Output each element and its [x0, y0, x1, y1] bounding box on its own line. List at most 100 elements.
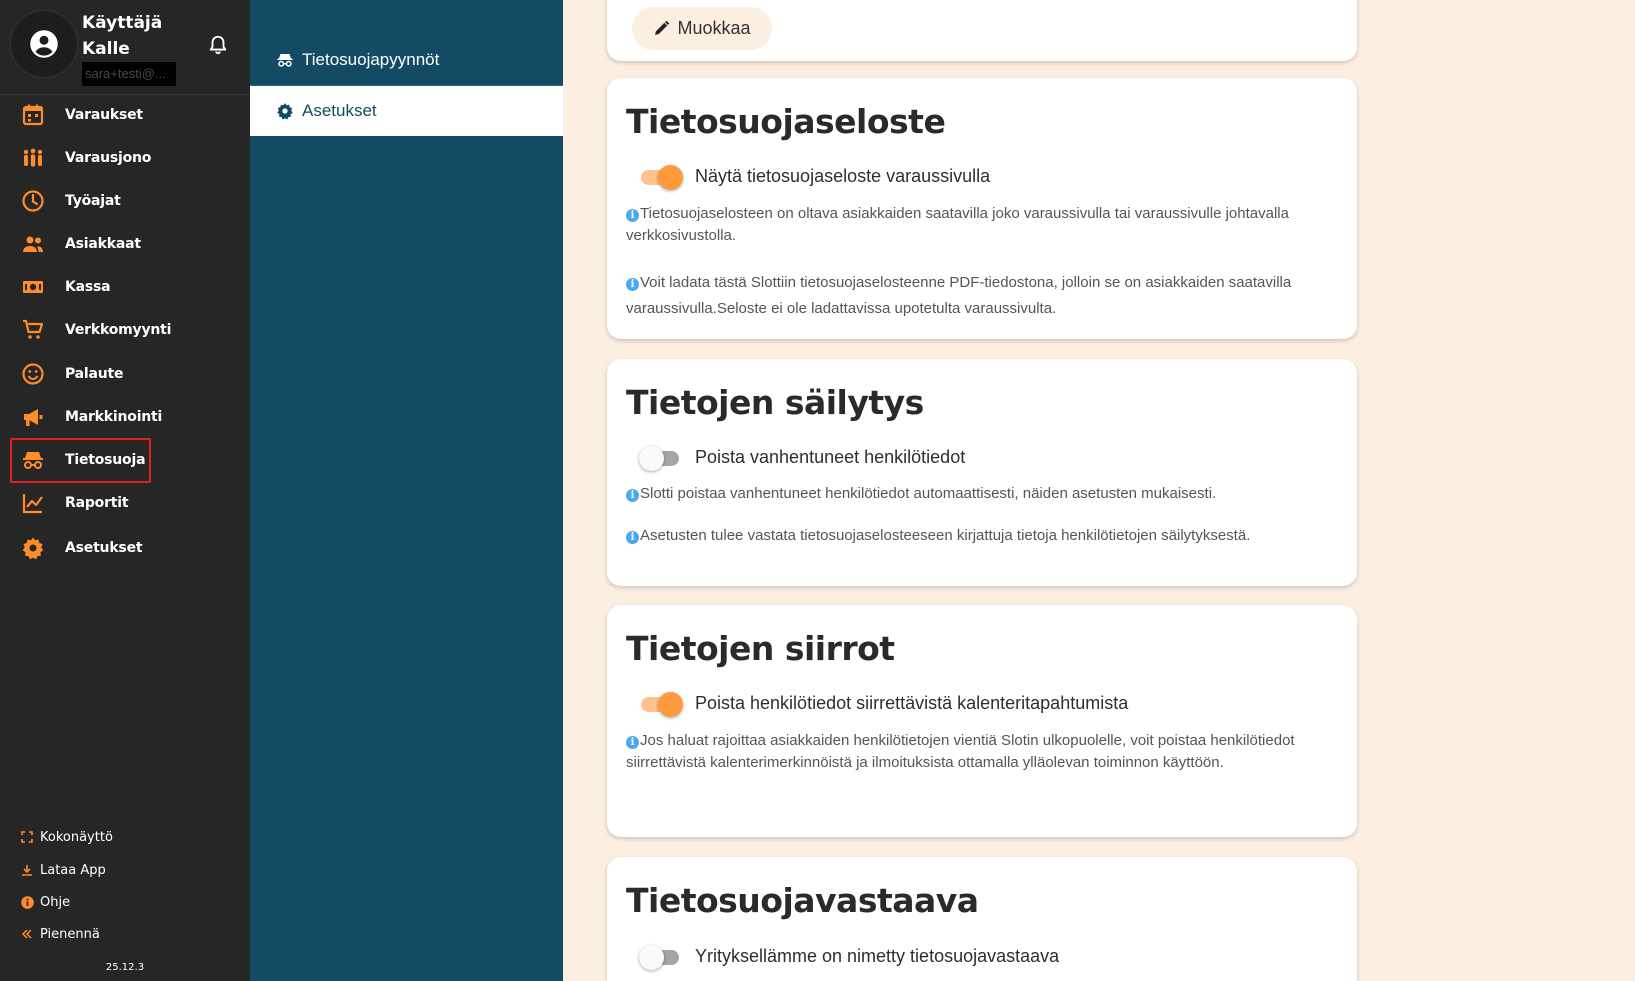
bell-icon	[209, 35, 227, 55]
card-title: Tietojen siirrot	[626, 629, 895, 668]
retention-toggle[interactable]	[639, 445, 681, 471]
info-icon: i	[626, 278, 639, 291]
card-title: Tietojen säilytys	[626, 383, 924, 422]
nav-item-asetukset[interactable]: Asetukset	[0, 526, 250, 569]
user-box: Käyttäjä Kalle sara+testi@...	[0, 0, 250, 95]
user-role: Käyttäjä	[82, 13, 163, 33]
info-text: i Voit ladata tästä Slottiin tietosuojase…	[626, 270, 1338, 322]
download-app-label: Lataa App	[40, 862, 106, 878]
transfers-card: Tietojen siirrot Poista henkilötiedot si…	[607, 605, 1357, 837]
info-icon: i	[626, 531, 639, 544]
toggle-label: Yrityksellämme on nimetty tietosuojavast…	[695, 946, 1060, 966]
dpo-toggle[interactable]	[639, 944, 681, 970]
card-title: Tietosuojaseloste	[626, 102, 946, 141]
nav-item-varausjono[interactable]: Varausjono	[0, 136, 250, 179]
info-text: i Slotti poistaa vanhentuneet henkilötied…	[626, 483, 1338, 505]
nav-item-palaute[interactable]: Palaute	[0, 352, 250, 395]
nav-item-label: Verkkomyynti	[65, 321, 172, 338]
selected-highlight	[10, 438, 151, 483]
info-text: i Asetusten tulee vastata tietosuojaselos…	[626, 525, 1338, 547]
subnav-item-label: Tietosuojapyynnöt	[302, 50, 440, 69]
nav-item-varaukset[interactable]: Varaukset	[0, 93, 250, 136]
info-text-content: Slotti poistaa vanhentuneet henkilötiedo…	[640, 485, 1217, 502]
nav-item-label: Palaute	[65, 365, 124, 382]
pencil-icon	[655, 20, 670, 35]
fullscreen-button[interactable]: Kokonäyttö	[20, 826, 113, 848]
nav-item-raportit[interactable]: Raportit	[0, 481, 250, 524]
nav-item-asiakkaat[interactable]: Asiakkaat	[0, 222, 250, 265]
calendar-icon	[22, 104, 44, 126]
megaphone-icon	[24, 409, 43, 426]
fullscreen-label: Kokonäyttö	[40, 829, 113, 845]
account-circle-icon	[30, 30, 58, 58]
info-icon: i	[626, 209, 639, 222]
retention-card: Tietojen säilytys Poista vanhentuneet he…	[607, 359, 1357, 586]
collapse-label: Pienennä	[40, 926, 100, 942]
privacy-policy-toggle-row[interactable]: Näytä tietosuojaseloste varaussivulla	[639, 164, 991, 190]
subnav-item-label: Asetukset	[302, 101, 377, 120]
user-name: Käyttäjä Kalle	[82, 10, 192, 62]
dpo-toggle-row[interactable]: Yrityksellämme on nimetty tietosuojavast…	[639, 944, 1060, 970]
nav-item-kassa[interactable]: Kassa	[0, 265, 250, 308]
people-queue-icon	[23, 148, 43, 167]
info-text: i Tietosuojaselosteen on oltava asiakkaid…	[626, 203, 1338, 247]
toggle-label: Näytä tietosuojaseloste varaussivulla	[695, 166, 991, 186]
info-text: i Jos haluat rajoittaa asiakkaiden henkil…	[626, 730, 1338, 774]
nav-item-label: Asiakkaat	[65, 235, 141, 252]
help-label: Ohje	[40, 894, 71, 910]
help-icon	[20, 895, 34, 909]
avatar[interactable]	[10, 10, 78, 78]
edit-button-label: Muokkaa	[677, 18, 751, 38]
privacy-policy-toggle[interactable]	[639, 164, 683, 190]
edit-button[interactable]: Muokkaa	[632, 7, 772, 50]
chart-icon	[22, 494, 43, 514]
card-title: Tietosuojavastaava	[626, 881, 979, 920]
nav-item-label: Kassa	[65, 278, 111, 295]
info-text-content: Tietosuojaselosteen on oltava asiakkaide…	[626, 205, 1289, 244]
toggle-label: Poista henkilötiedot siirrettävistä kale…	[695, 693, 1129, 713]
cash-icon	[23, 281, 43, 293]
nav-item-label: Raportit	[65, 494, 129, 511]
transfers-toggle-row[interactable]: Poista henkilötiedot siirrettävistä kale…	[639, 691, 1129, 717]
subnav-item-privacy-requests[interactable]: Tietosuojapyynnöt	[250, 35, 563, 85]
notifications-button[interactable]	[207, 33, 229, 62]
nav-item-tyoajat[interactable]: Työajat	[0, 179, 250, 222]
toggle-label: Poista vanhentuneet henkilötiedot	[695, 447, 966, 467]
gear-icon	[22, 537, 44, 560]
info-icon: i	[626, 489, 639, 502]
subnav-panel: Tietosuojapyynnöt Asetukset	[250, 0, 563, 981]
smiley-icon	[22, 363, 44, 385]
info-text-content: Voit ladata tästä Slottiin tietosuojasel…	[626, 274, 1292, 317]
customers-icon	[23, 236, 43, 252]
nav-item-label: Markkinointi	[65, 408, 163, 425]
nav-item-label: Varaukset	[65, 106, 143, 123]
collapse-icon	[21, 929, 32, 939]
dpo-card: Tietosuojavastaava Yrityksellämme on nim…	[607, 857, 1357, 981]
gear-icon	[277, 103, 293, 120]
download-icon	[22, 865, 32, 876]
privacy-policy-card: Tietosuojaseloste Näytä tietosuojaselost…	[607, 78, 1357, 339]
transfers-toggle[interactable]	[639, 691, 683, 717]
clock-icon	[22, 190, 44, 212]
nav-item-label: Asetukset	[65, 539, 143, 556]
subnav-item-settings[interactable]: Asetukset	[250, 86, 563, 136]
cart-icon	[23, 319, 44, 339]
nav-item-label: Työajat	[65, 192, 121, 209]
nav-item-label: Varausjono	[65, 149, 152, 166]
info-icon: i	[626, 736, 639, 749]
edit-card: Muokkaa	[607, 0, 1357, 61]
nav-item-markkinointi[interactable]: Markkinointi	[0, 395, 250, 438]
user-email: sara+testi@...	[82, 62, 176, 86]
info-text-content: Asetusten tulee vastata tietosuojaselost…	[640, 527, 1251, 544]
help-button[interactable]: Ohje	[20, 891, 70, 913]
info-text-content: Jos haluat rajoittaa asiakkaiden henkilö…	[626, 732, 1295, 771]
sidebar: Käyttäjä Kalle sara+testi@... Varaukset …	[0, 0, 250, 981]
nav-item-verkkomyynti[interactable]: Verkkomyynti	[0, 308, 250, 351]
incognito-icon	[277, 54, 293, 67]
retention-toggle-row[interactable]: Poista vanhentuneet henkilötiedot	[639, 445, 966, 471]
user-first-name: Kalle	[82, 39, 130, 59]
fullscreen-icon	[21, 831, 33, 843]
download-app-button[interactable]: Lataa App	[20, 859, 106, 881]
collapse-button[interactable]: Pienennä	[20, 923, 100, 945]
version-text: 25.12.3	[105, 962, 145, 973]
